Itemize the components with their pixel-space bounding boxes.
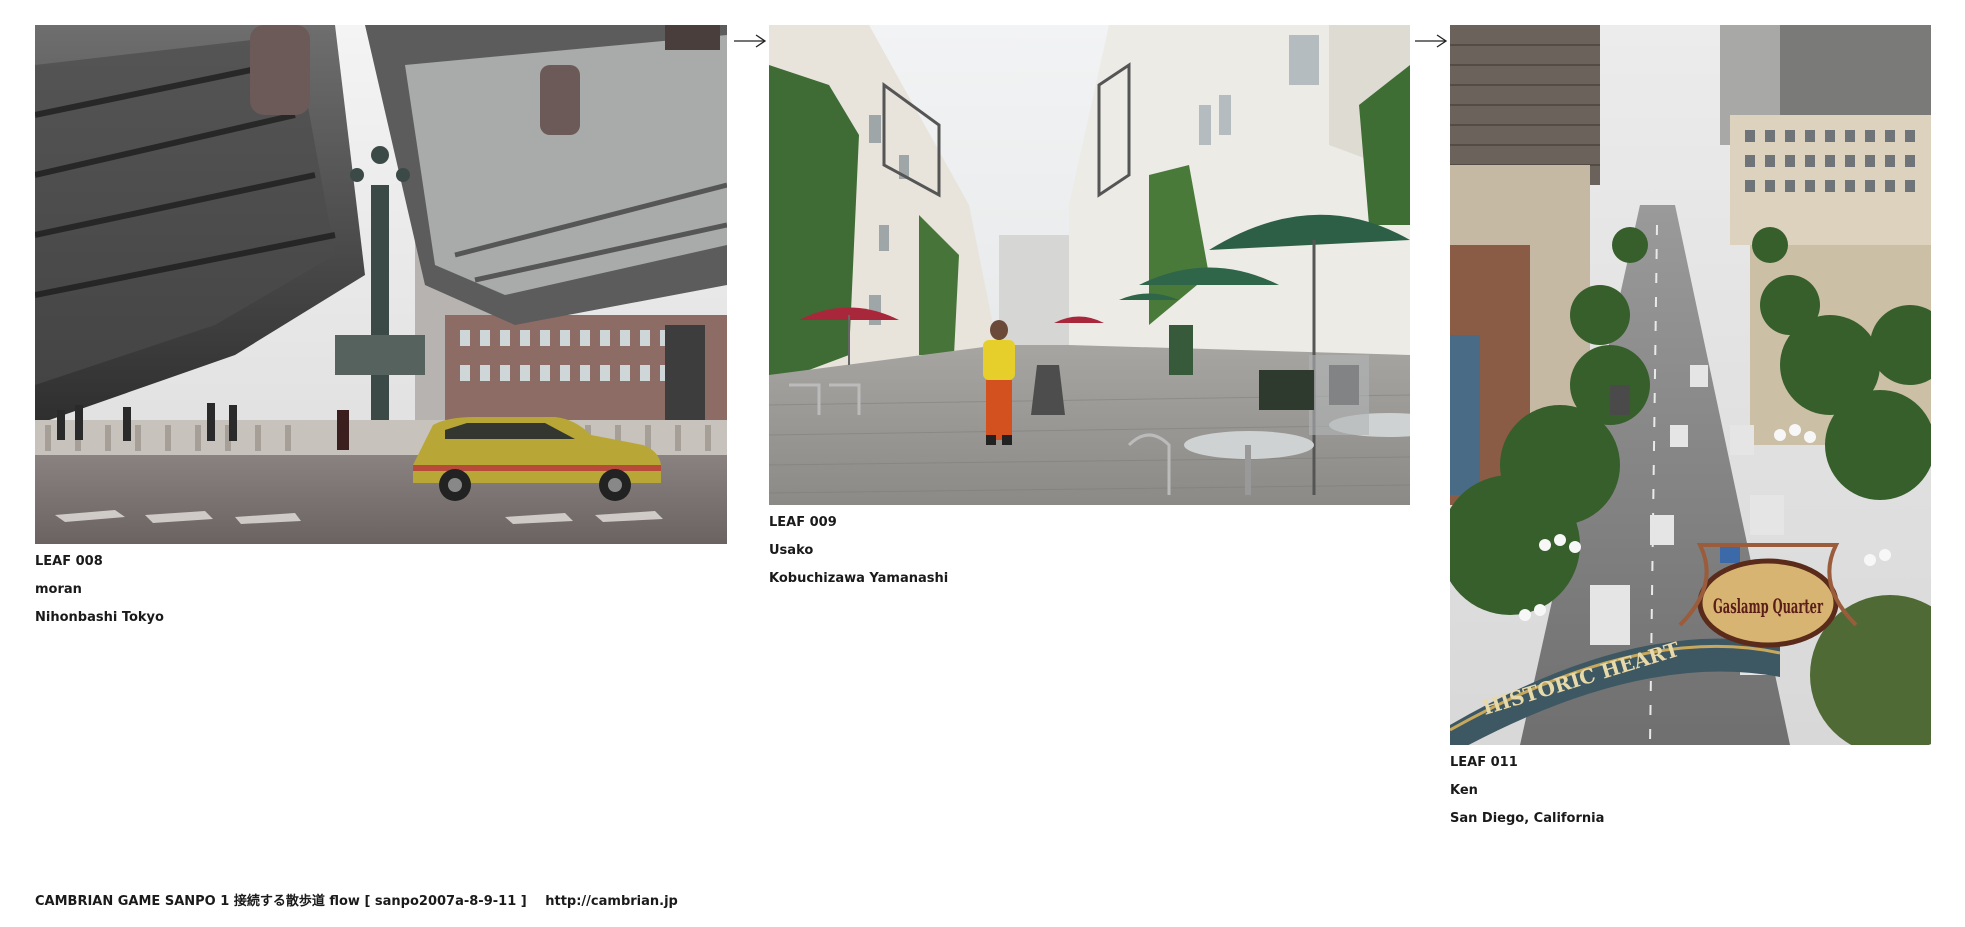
- leaf-009: LEAF 009 Usako Kobuchizawa Yamanashi: [769, 25, 1410, 587]
- leaf-id: LEAF 009: [769, 515, 837, 530]
- leaf-008: LEAF 008 moran Nihonbashi Tokyo: [35, 25, 727, 626]
- flow-arrow-icon: [734, 34, 767, 48]
- leaf-location: Nihonbashi Tokyo: [35, 610, 164, 625]
- leaf-011: HISTORIC HEART Gaslamp Quarter LEAF 011 …: [1450, 25, 1931, 827]
- sign-logo-text: Gaslamp Quarter: [1713, 594, 1823, 618]
- leaf-location: San Diego, California: [1450, 811, 1605, 826]
- footer-url-link[interactable]: http://cambrian.jp: [545, 894, 678, 909]
- kobuchizawa-image: [769, 25, 1410, 505]
- flow-arrow-icon: [1415, 34, 1448, 48]
- leaf-location: Kobuchizawa Yamanashi: [769, 571, 949, 586]
- footer-title: CAMBRIAN GAME SANPO 1 接続する散歩道 flow [ san…: [35, 894, 527, 909]
- photo-kobuchizawa[interactable]: [769, 25, 1410, 505]
- san-diego-image: HISTORIC HEART Gaslamp Quarter: [1450, 25, 1931, 745]
- photo-nihonbashi[interactable]: [35, 25, 727, 544]
- leaf-id: LEAF 008: [35, 554, 103, 569]
- photo-san-diego[interactable]: HISTORIC HEART Gaslamp Quarter: [1450, 25, 1931, 745]
- nihonbashi-image: [35, 25, 727, 544]
- footer: CAMBRIAN GAME SANPO 1 接続する散歩道 flow [ san…: [35, 894, 678, 910]
- leaf-author: moran: [35, 582, 82, 597]
- leaf-id: LEAF 011: [1450, 755, 1518, 770]
- leaf-author: Ken: [1450, 783, 1478, 798]
- leaf-author: Usako: [769, 543, 814, 558]
